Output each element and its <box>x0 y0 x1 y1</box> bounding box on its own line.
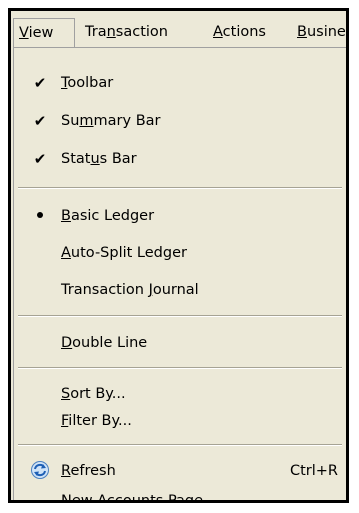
menu-item-label: Summary Bar <box>61 113 161 129</box>
menu-item-label: Basic Ledger <box>61 208 155 224</box>
checkmark-icon: ✔ <box>33 112 47 130</box>
menu-item-status-bar[interactable]: ✔ Status Bar <box>14 142 346 176</box>
menu-separator <box>18 187 342 189</box>
menu-bar: View Transaction Actions Busines <box>11 11 346 52</box>
checkmark-icon: ✔ <box>33 150 47 168</box>
menu-separator <box>18 367 342 369</box>
shortcut-label: Ctrl+R <box>289 463 338 479</box>
menu-item-toolbar[interactable]: ✔ Toolbar <box>14 66 346 100</box>
menu-item-new-accounts-page[interactable]: New Accounts Page <box>14 484 346 503</box>
menu-item-filter-by[interactable]: Filter By... <box>14 404 346 438</box>
menu-actions[interactable]: Actions <box>208 18 271 47</box>
radio-bullet-icon <box>30 199 50 233</box>
menu-item-label: Refresh <box>61 463 116 479</box>
menu-view[interactable]: View <box>13 18 75 47</box>
refresh-icon <box>30 454 50 488</box>
menu-item-label: Double Line <box>61 335 148 351</box>
menu-item-refresh[interactable]: Refresh Ctrl+R <box>14 454 346 488</box>
menu-item-label: Filter By... <box>61 413 132 429</box>
menu-business[interactable]: Busines <box>292 18 346 47</box>
checkmark-icon: ✔ <box>33 74 47 92</box>
view-menu-dropdown: ✔ Toolbar ✔ Summary Bar ✔ Status Bar Bas… <box>13 47 346 500</box>
menu-item-label: Toolbar <box>61 75 114 91</box>
menu-item-label: Transaction Journal <box>61 282 199 298</box>
menu-item-transaction-journal[interactable]: Transaction Journal <box>14 273 346 307</box>
menu-item-label: Status Bar <box>61 151 137 167</box>
menu-separator <box>18 315 342 317</box>
menu-separator <box>18 444 342 446</box>
screenshot-frame: View Transaction Actions Busines ✔ Toolb… <box>8 8 349 503</box>
menu-item-auto-split-ledger[interactable]: Auto-Split Ledger <box>14 236 346 270</box>
menu-item-summary-bar[interactable]: ✔ Summary Bar <box>14 104 346 138</box>
menu-item-basic-ledger[interactable]: Basic Ledger <box>14 199 346 233</box>
menu-item-label: New Accounts Page <box>61 493 204 503</box>
menu-item-label: Auto-Split Ledger <box>61 245 187 261</box>
menu-item-double-line[interactable]: Double Line <box>14 326 346 360</box>
menu-transaction[interactable]: Transaction <box>80 18 173 47</box>
